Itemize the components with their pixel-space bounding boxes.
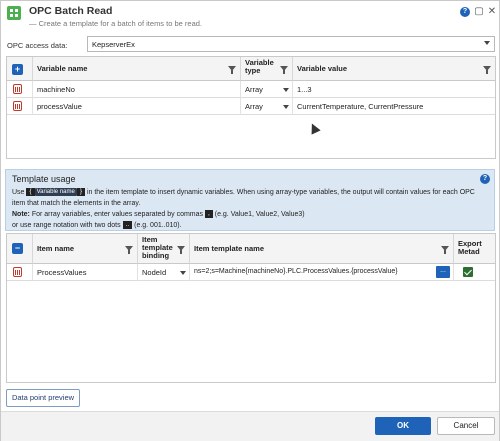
column-export-metadata[interactable]: Export Metad [454, 234, 495, 264]
template-usage-panel: Template usage ? Use {Variable name} in … [5, 169, 495, 231]
help-icon[interactable]: ? [480, 174, 490, 184]
variable-value-cell[interactable]: 1...3 [293, 81, 495, 98]
column-item-template-binding[interactable]: Item template binding [138, 234, 190, 264]
add-variable-button[interactable]: + [12, 64, 23, 75]
variable-name-cell[interactable]: machineNo [33, 81, 241, 98]
dialog-subtitle: — Create a template for a batch of items… [29, 19, 203, 28]
comma-chip: , [204, 210, 213, 219]
trash-icon[interactable] [13, 267, 22, 277]
delete-cell [7, 98, 33, 115]
add-column-header: − [7, 234, 33, 264]
table-row[interactable]: processValue Array CurrentTemperature, C… [7, 98, 495, 115]
trash-icon[interactable] [13, 101, 22, 111]
brace-chip: } [76, 188, 85, 197]
variable-type-cell[interactable]: Array [241, 98, 293, 115]
data-point-preview-button[interactable]: Data point preview [6, 389, 80, 407]
delete-cell [7, 81, 33, 98]
trash-icon[interactable] [13, 84, 22, 94]
dialog-title: OPC Batch Read [29, 5, 113, 17]
variables-table: + Variable name Variable type Variable v… [6, 56, 496, 159]
table-row[interactable]: machineNo Array 1...3 [7, 81, 495, 98]
cancel-button[interactable]: Cancel [437, 417, 495, 435]
column-variable-name[interactable]: Variable name [33, 57, 241, 81]
maximize-icon[interactable]: ▢ [473, 6, 485, 18]
filter-icon[interactable] [483, 66, 491, 74]
browse-button[interactable]: ... [436, 266, 450, 278]
variable-value-cell[interactable]: CurrentTemperature, CurrentPressure [293, 98, 495, 115]
column-variable-type[interactable]: Variable type [241, 57, 293, 81]
chevron-down-icon[interactable] [283, 88, 289, 92]
table-row[interactable]: ProcessValues NodeId ns=2;s=Machine{mach… [7, 264, 495, 281]
title-bar: OPC Batch Read — Create a template for a… [1, 1, 499, 33]
dots-chip: .. [122, 221, 133, 230]
template-usage-title: Template usage [12, 174, 76, 184]
item-name-cell[interactable]: ProcessValues [33, 264, 138, 281]
ok-button[interactable]: OK [375, 417, 431, 435]
help-icon[interactable]: ? [460, 7, 470, 17]
add-column-header: + [7, 57, 33, 81]
item-template-name-cell[interactable]: ns=2;s=Machine{machineNo}.PLC.ProcessVal… [190, 264, 454, 281]
chevron-down-icon[interactable] [283, 105, 289, 109]
column-variable-value[interactable]: Variable value [293, 57, 495, 81]
variable-type-cell[interactable]: Array [241, 81, 293, 98]
app-grid-icon [7, 6, 21, 20]
filter-icon[interactable] [125, 246, 133, 254]
chevron-down-icon[interactable] [180, 271, 186, 275]
chevron-down-icon [484, 41, 490, 45]
add-item-button[interactable]: − [12, 243, 23, 254]
filter-icon[interactable] [177, 246, 185, 254]
template-usage-text: Use {Variable name} in the item template… [12, 188, 475, 230]
filter-icon[interactable] [280, 66, 288, 74]
access-data-select[interactable]: KepserverEx [87, 36, 495, 52]
opc-batch-read-dialog: OPC Batch Read — Create a template for a… [0, 0, 500, 441]
export-metadata-checkbox[interactable] [463, 267, 473, 277]
access-data-value: KepserverEx [92, 40, 135, 49]
delete-cell [7, 264, 33, 281]
item-binding-cell[interactable]: NodeId [138, 264, 190, 281]
export-metadata-cell[interactable] [454, 264, 495, 281]
filter-icon[interactable] [441, 246, 449, 254]
variable-name-cell[interactable]: processValue [33, 98, 241, 115]
column-item-name[interactable]: Item name [33, 234, 138, 264]
access-data-label: OPC access data: [7, 41, 68, 50]
close-icon[interactable]: ✕ [486, 6, 498, 18]
brace-chip: { [26, 188, 35, 197]
filter-icon[interactable] [228, 66, 236, 74]
variable-name-chip: Variable name [34, 188, 77, 197]
column-item-template-name[interactable]: Item template name [190, 234, 454, 264]
items-table: − Item name Item template binding Item t… [6, 233, 496, 383]
